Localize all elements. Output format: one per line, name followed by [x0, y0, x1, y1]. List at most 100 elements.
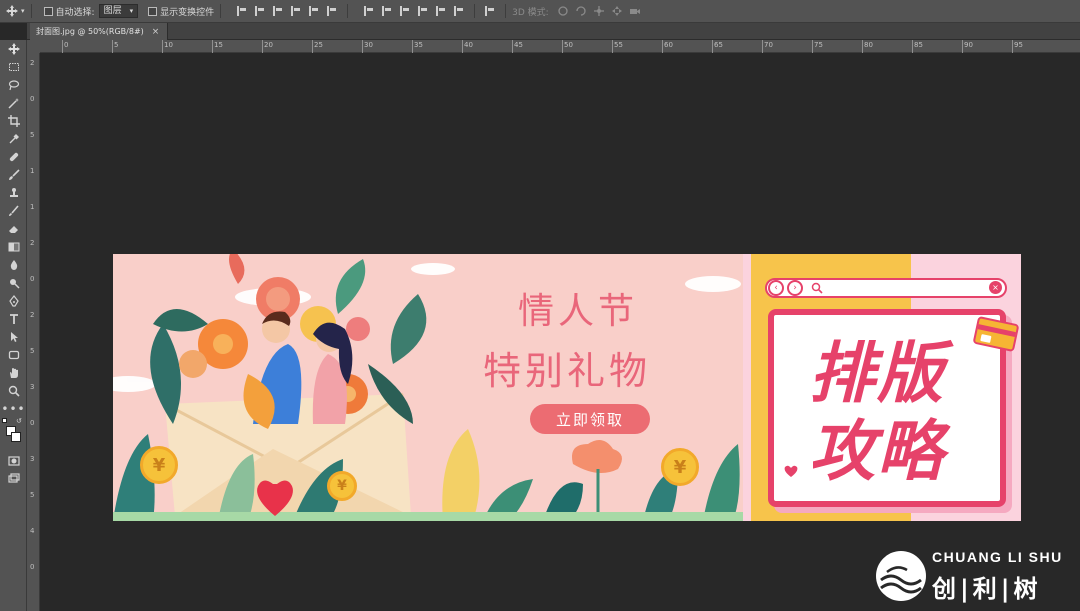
3d-slide-icon[interactable] [611, 5, 623, 17]
ruler-tick [212, 40, 213, 53]
zoom-tool[interactable] [0, 382, 27, 400]
healing-brush-tool[interactable] [0, 148, 27, 166]
headline-line-1: 情人节 [518, 291, 639, 332]
ruler-top-label: 40 [464, 41, 473, 49]
path-selection-tool[interactable] [0, 328, 27, 346]
marquee-tool[interactable] [0, 58, 27, 76]
coin-symbol: ¥ [673, 456, 687, 478]
ruler-top-label: 20 [264, 41, 273, 49]
chevron-down-icon: ▾ [21, 7, 25, 15]
ruler-left-label: 1 [30, 203, 35, 211]
pen-icon [8, 295, 19, 307]
align-hcenter-icon[interactable] [309, 6, 319, 16]
3d-orbit-icon[interactable] [557, 5, 569, 17]
lasso-tool[interactable] [0, 76, 27, 94]
back-circle-icon: ‹ [768, 280, 784, 296]
align-vcenter-icon[interactable] [255, 6, 265, 16]
ruler-corner[interactable] [27, 40, 40, 53]
eraser-tool[interactable] [0, 220, 27, 238]
clone-stamp-tool[interactable] [0, 184, 27, 202]
show-transform-checkbox[interactable]: 显示变换控件 [148, 5, 214, 18]
history-brush-tool[interactable] [0, 202, 27, 220]
hand-tool[interactable] [0, 364, 27, 382]
dodge-tool[interactable] [0, 274, 27, 292]
quick-mask-tool[interactable] [0, 452, 27, 470]
align-left-icon[interactable] [291, 6, 301, 16]
document-tab[interactable]: 封面图.jpg @ 50%(RGB/8#) × [30, 23, 169, 40]
distribute-top-icon[interactable] [364, 6, 374, 16]
ruler-top-label: 0 [64, 41, 69, 49]
ruler-tick [262, 40, 263, 53]
ruler-top-label: 15 [214, 41, 223, 49]
blur-tool[interactable] [0, 256, 27, 274]
ruler-top-label: 80 [864, 41, 873, 49]
ruler-top-label: 5 [114, 41, 119, 49]
swap-colors-icon[interactable]: ↺ [16, 417, 22, 425]
auto-select-checkbox[interactable]: 自动选择: 图层 ▾ [43, 4, 139, 18]
auto-select-value: 图层 [103, 5, 122, 16]
brush-tool[interactable] [0, 166, 27, 184]
ruler-tick [962, 40, 963, 53]
coin-symbol: ¥ [337, 478, 347, 494]
distribute-right-icon[interactable] [454, 6, 464, 16]
screen-mode-tool[interactable] [0, 470, 27, 488]
more-tools[interactable]: ••• [0, 400, 27, 418]
ruler-left-label: 2 [30, 311, 35, 319]
move-tool[interactable] [0, 40, 27, 58]
align-group [233, 6, 341, 16]
claim-now-button: 立即领取 [530, 404, 650, 434]
ruler-top-label: 70 [764, 41, 773, 49]
align-right-icon[interactable] [327, 6, 337, 16]
shape-tool[interactable] [0, 346, 27, 364]
marquee-icon [8, 63, 19, 71]
separator [474, 4, 476, 18]
3d-camera-icon[interactable] [629, 5, 641, 17]
crop-icon [7, 115, 20, 127]
color-swatches[interactable]: ↺ [0, 417, 27, 452]
ruler-top-label: 50 [564, 41, 573, 49]
ruler-top-label: 65 [714, 41, 723, 49]
move-tool-preset[interactable]: ▾ [6, 5, 25, 17]
ruler-left[interactable]: 2 0 5 1 1 2 0 2 5 3 0 3 5 4 0 [27, 53, 40, 611]
align-top-icon[interactable] [237, 6, 247, 16]
ruler-top-label: 75 [814, 41, 823, 49]
ruler-left-label: 5 [30, 131, 35, 139]
auto-select-label: 自动选择: [55, 7, 95, 18]
ruler-top[interactable]: 0 5 10 15 20 25 30 35 40 45 50 55 60 65 70 75 80 85 90 95 [40, 40, 1080, 53]
default-colors-icon[interactable] [2, 418, 7, 423]
auto-align-icon[interactable] [485, 6, 495, 16]
chevron-down-icon: ▾ [129, 6, 134, 15]
align-bottom-icon[interactable] [273, 6, 283, 16]
options-bar: ▾ 自动选择: 图层 ▾ 显示变换控件 3D 模式: [0, 0, 1080, 23]
ruler-left-label: 4 [30, 527, 35, 535]
background-color-swatch[interactable] [11, 432, 21, 442]
distribute-vcenter-icon[interactable] [382, 6, 392, 16]
arrow-icon [10, 332, 18, 342]
pen-tool[interactable] [0, 292, 27, 310]
brand-latin-name: CHUANG LI SHU [932, 549, 1063, 565]
separator [347, 4, 349, 18]
lasso-icon [8, 80, 19, 91]
auto-select-dropdown[interactable]: 图层 ▾ [98, 4, 139, 18]
gradient-icon [8, 242, 19, 252]
distribute-left-icon[interactable] [418, 6, 428, 16]
close-icon[interactable]: × [152, 27, 160, 37]
ruler-tick [812, 40, 813, 53]
type-tool[interactable] [0, 310, 27, 328]
3d-pan-icon[interactable] [593, 5, 605, 17]
ruler-top-label: 85 [914, 41, 923, 49]
ruler-left-label: 3 [30, 383, 35, 391]
magic-wand-tool[interactable] [0, 94, 27, 112]
gradient-tool[interactable] [0, 238, 27, 256]
document-canvas-image[interactable]: ¥ ¥ ¥ 情人节 特别礼物 立即领取 ‹ › × 排版 攻略 [113, 254, 1021, 521]
distribute-bottom-icon[interactable] [400, 6, 410, 16]
hand-icon [9, 368, 18, 378]
quick-mask-icon [7, 456, 20, 466]
distribute-hcenter-icon[interactable] [436, 6, 446, 16]
crop-tool[interactable] [0, 112, 27, 130]
type-icon [9, 314, 18, 324]
ruler-tick [62, 40, 63, 53]
3d-roll-icon[interactable] [575, 5, 587, 17]
eyedropper-tool[interactable] [0, 130, 27, 148]
eyedropper-icon [9, 134, 19, 144]
